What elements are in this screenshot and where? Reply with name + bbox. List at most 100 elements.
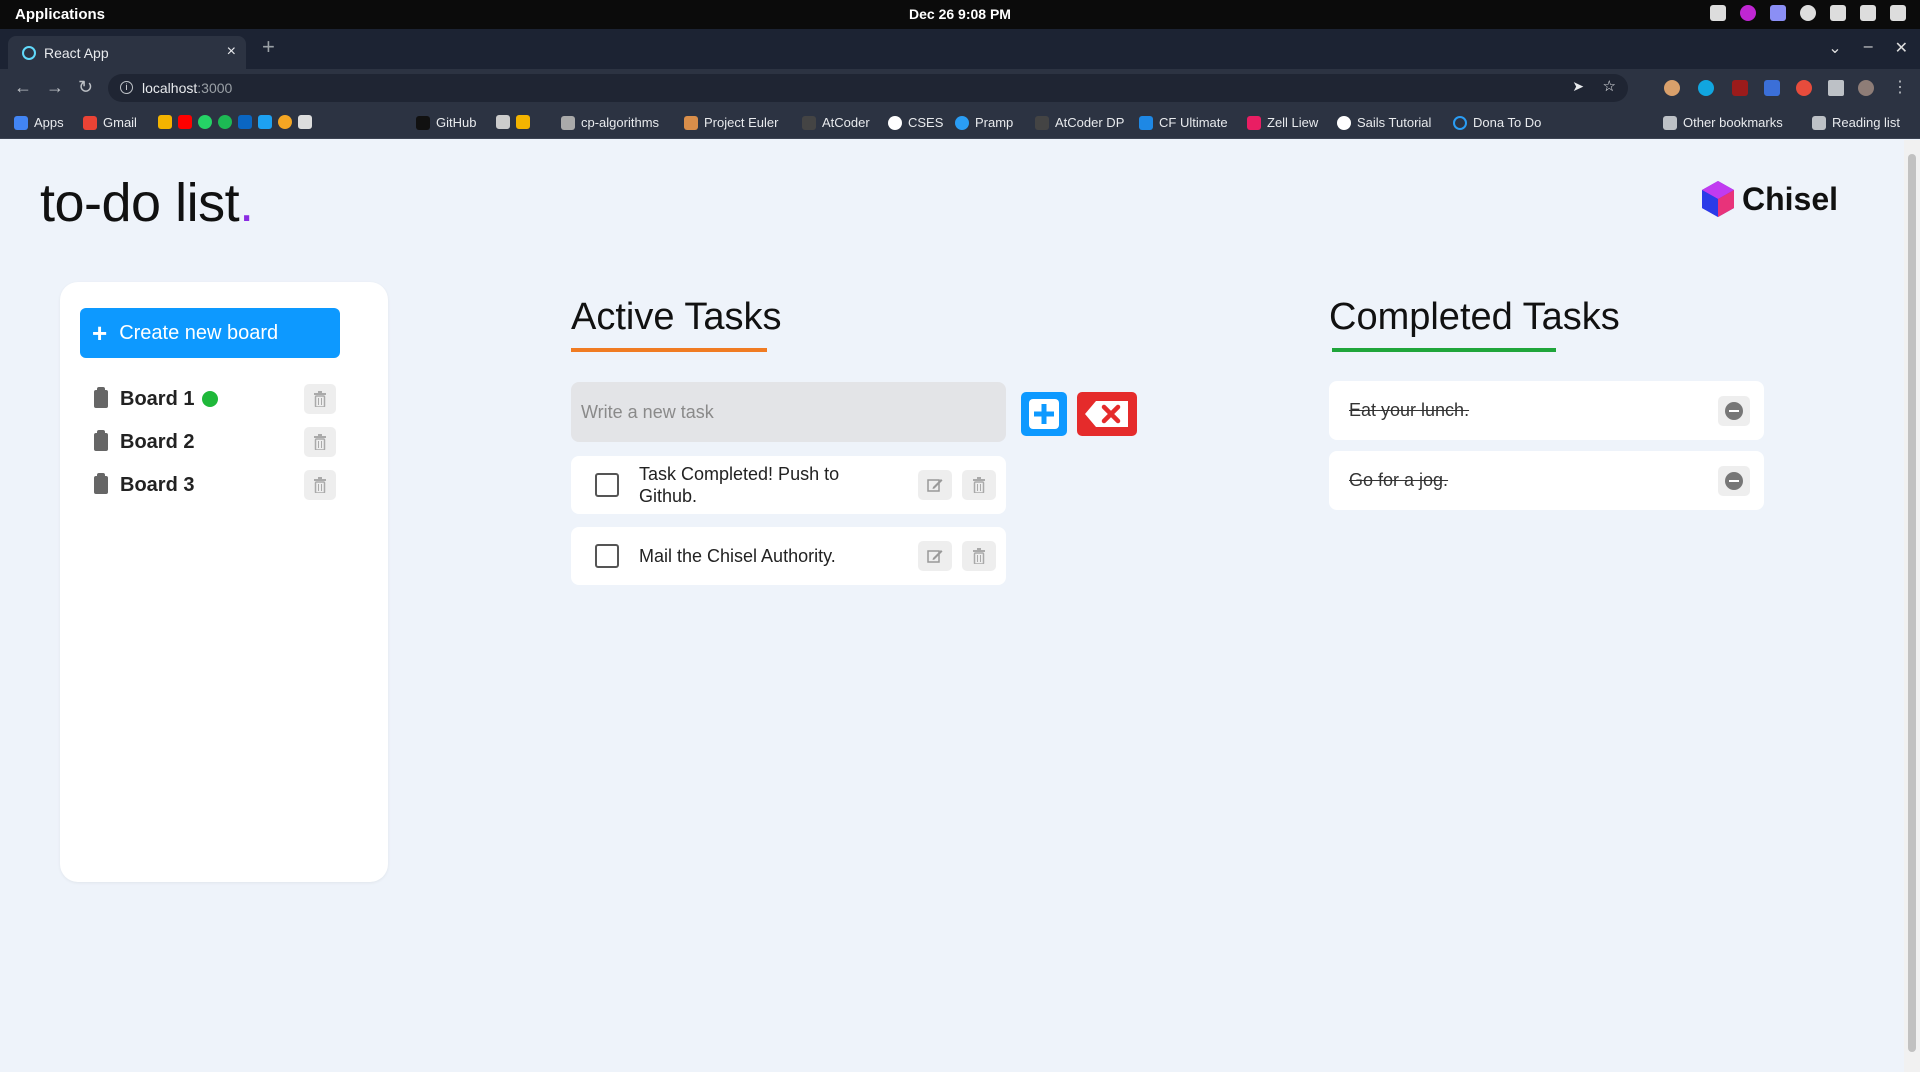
completed-task-text: Eat your lunch. [1349, 400, 1470, 420]
discord-icon[interactable] [1770, 5, 1786, 21]
tab-search-icon[interactable]: ⌄ [1828, 38, 1841, 58]
clipboard-icon [94, 430, 108, 451]
chart-icon [516, 115, 530, 129]
bookmark-dona-to-do[interactable]: Dona To Do [1453, 115, 1541, 130]
close-window-icon[interactable]: ✕ [1895, 38, 1908, 58]
new-tab-button[interactable]: + [262, 34, 275, 60]
add-task-button[interactable] [1021, 392, 1067, 436]
reading-list-button[interactable]: Reading list [1812, 115, 1900, 130]
clipboard-icon [94, 473, 108, 494]
uncomplete-task-button[interactable] [1718, 466, 1750, 496]
bookmark-gmail[interactable]: Gmail [83, 115, 137, 130]
completed-task-1: Eat your lunch. [1329, 381, 1764, 440]
new-task-input[interactable] [571, 382, 1006, 442]
clear-input-button[interactable] [1077, 392, 1137, 436]
extension-drop-icon[interactable] [1698, 80, 1714, 96]
board-name: Board 3 [120, 473, 195, 496]
completed-task-text: Go for a jog. [1349, 470, 1449, 490]
codechef-icon [496, 115, 510, 129]
tab-react-app[interactable]: React App × [8, 36, 246, 69]
task-checkbox[interactable] [595, 544, 619, 568]
edit-task-button[interactable] [918, 541, 952, 571]
bookmark-cp-algorithms[interactable]: cp-algorithms [561, 115, 659, 130]
active-task-1: Task Completed! Push to Github. [571, 456, 1006, 514]
screen-icon[interactable] [1710, 5, 1726, 21]
cf-ultimate-icon [1139, 115, 1153, 130]
bookmarks-bar: Apps Gmail GitHub cp-algorithms Project … [0, 106, 1920, 139]
os-clock[interactable]: Dec 26 9:08 PM [0, 6, 1920, 22]
extension-blue-icon[interactable] [1764, 80, 1780, 96]
active-tasks-title: Active Tasks [571, 296, 782, 338]
bookmark-atcoder[interactable]: AtCoder [802, 115, 870, 130]
bookmark-icons-group[interactable] [158, 115, 312, 129]
delete-board-3-button[interactable] [304, 470, 336, 500]
reading-list-icon [1812, 115, 1826, 130]
create-board-button[interactable]: + Create new board [80, 308, 340, 358]
linkedin-icon [238, 115, 252, 129]
microphone-icon[interactable] [1860, 5, 1876, 21]
boards-panel: + Create new board Board 1 Board 2 Board… [60, 282, 388, 882]
brand-name: Chisel [1741, 180, 1838, 217]
profile-avatar[interactable] [1858, 80, 1874, 96]
send-icon[interactable]: ➤ [1572, 78, 1584, 95]
globe-icon [1337, 115, 1351, 130]
bookmark-pramp[interactable]: Pramp [955, 115, 1013, 130]
bookmark-sails-tutorial[interactable]: Sails Tutorial [1337, 115, 1431, 130]
delete-board-1-button[interactable] [304, 384, 336, 414]
extension-red-icon[interactable] [1796, 80, 1812, 96]
task-text: Task Completed! Push to Github. [639, 464, 840, 506]
browser-toolbar: ← → ↻ i localhost:3000 ➤ ☆ ⋮ [0, 69, 1920, 106]
clipboard-icon [94, 387, 108, 408]
window-controls: ⌄ – ✕ [1828, 38, 1908, 58]
bookmark-apps[interactable]: Apps [14, 115, 64, 130]
edit-task-button[interactable] [918, 470, 952, 500]
app-logo: to-do list. [40, 173, 254, 233]
back-icon[interactable]: ← [14, 77, 32, 98]
forward-icon[interactable]: → [46, 77, 64, 98]
other-bookmarks-folder[interactable]: Other bookmarks [1663, 115, 1783, 130]
edit-icon [927, 479, 943, 492]
page-scrollbar[interactable] [1904, 140, 1920, 1072]
browser-menu-icon[interactable]: ⋮ [1892, 77, 1908, 97]
minimize-icon[interactable]: – [1864, 38, 1873, 58]
trash-icon [314, 391, 326, 407]
task-checkbox[interactable] [595, 473, 619, 497]
firefox-tray-icon[interactable] [1740, 5, 1756, 21]
bookmark-atcoder-dp[interactable]: AtCoder DP [1035, 115, 1124, 130]
plus-icon: + [92, 318, 108, 348]
reload-icon[interactable]: ↻ [78, 77, 93, 98]
ublock-icon[interactable] [1732, 80, 1748, 96]
react-icon [22, 46, 36, 60]
extensions-puzzle-icon[interactable] [1828, 80, 1844, 96]
close-tab-icon[interactable]: × [227, 43, 236, 61]
gmail-icon [83, 115, 97, 130]
chisel-brand: Chisel [1700, 180, 1838, 218]
uncomplete-task-button[interactable] [1718, 396, 1750, 426]
delete-task-button[interactable] [962, 470, 996, 500]
bookmark-zell-liew[interactable]: Zell Liew [1247, 115, 1318, 130]
battery-icon[interactable] [1890, 5, 1906, 21]
spotify-icon [218, 115, 232, 129]
wifi-icon[interactable] [1800, 5, 1816, 21]
board-name: Board 1 [120, 387, 195, 410]
folder-icon [1663, 115, 1677, 130]
volume-icon[interactable] [1830, 5, 1846, 21]
settings-bookmark-icon [298, 115, 312, 129]
bookmark-cses[interactable]: CSES [888, 115, 943, 130]
scrollbar-thumb[interactable] [1908, 154, 1916, 1052]
pramp-icon [955, 115, 969, 130]
bookmark-project-euler[interactable]: Project Euler [684, 115, 778, 130]
address-bar[interactable]: i localhost:3000 ➤ ☆ [108, 74, 1628, 102]
site-info-icon[interactable]: i [120, 81, 133, 94]
delete-board-2-button[interactable] [304, 427, 336, 457]
delete-task-button[interactable] [962, 541, 996, 571]
extension-icon[interactable] [1664, 80, 1680, 96]
globe-icon [888, 115, 902, 130]
bookmark-icons-group-2[interactable] [496, 115, 530, 129]
bookmark-star-icon[interactable]: ☆ [1603, 77, 1616, 95]
completed-tasks-title: Completed Tasks [1329, 296, 1620, 338]
whatsapp-icon [198, 115, 212, 129]
bookmark-cf-ultimate[interactable]: CF Ultimate [1139, 115, 1228, 130]
bookmark-github[interactable]: GitHub [416, 115, 476, 130]
plus-square-icon [1029, 399, 1059, 429]
